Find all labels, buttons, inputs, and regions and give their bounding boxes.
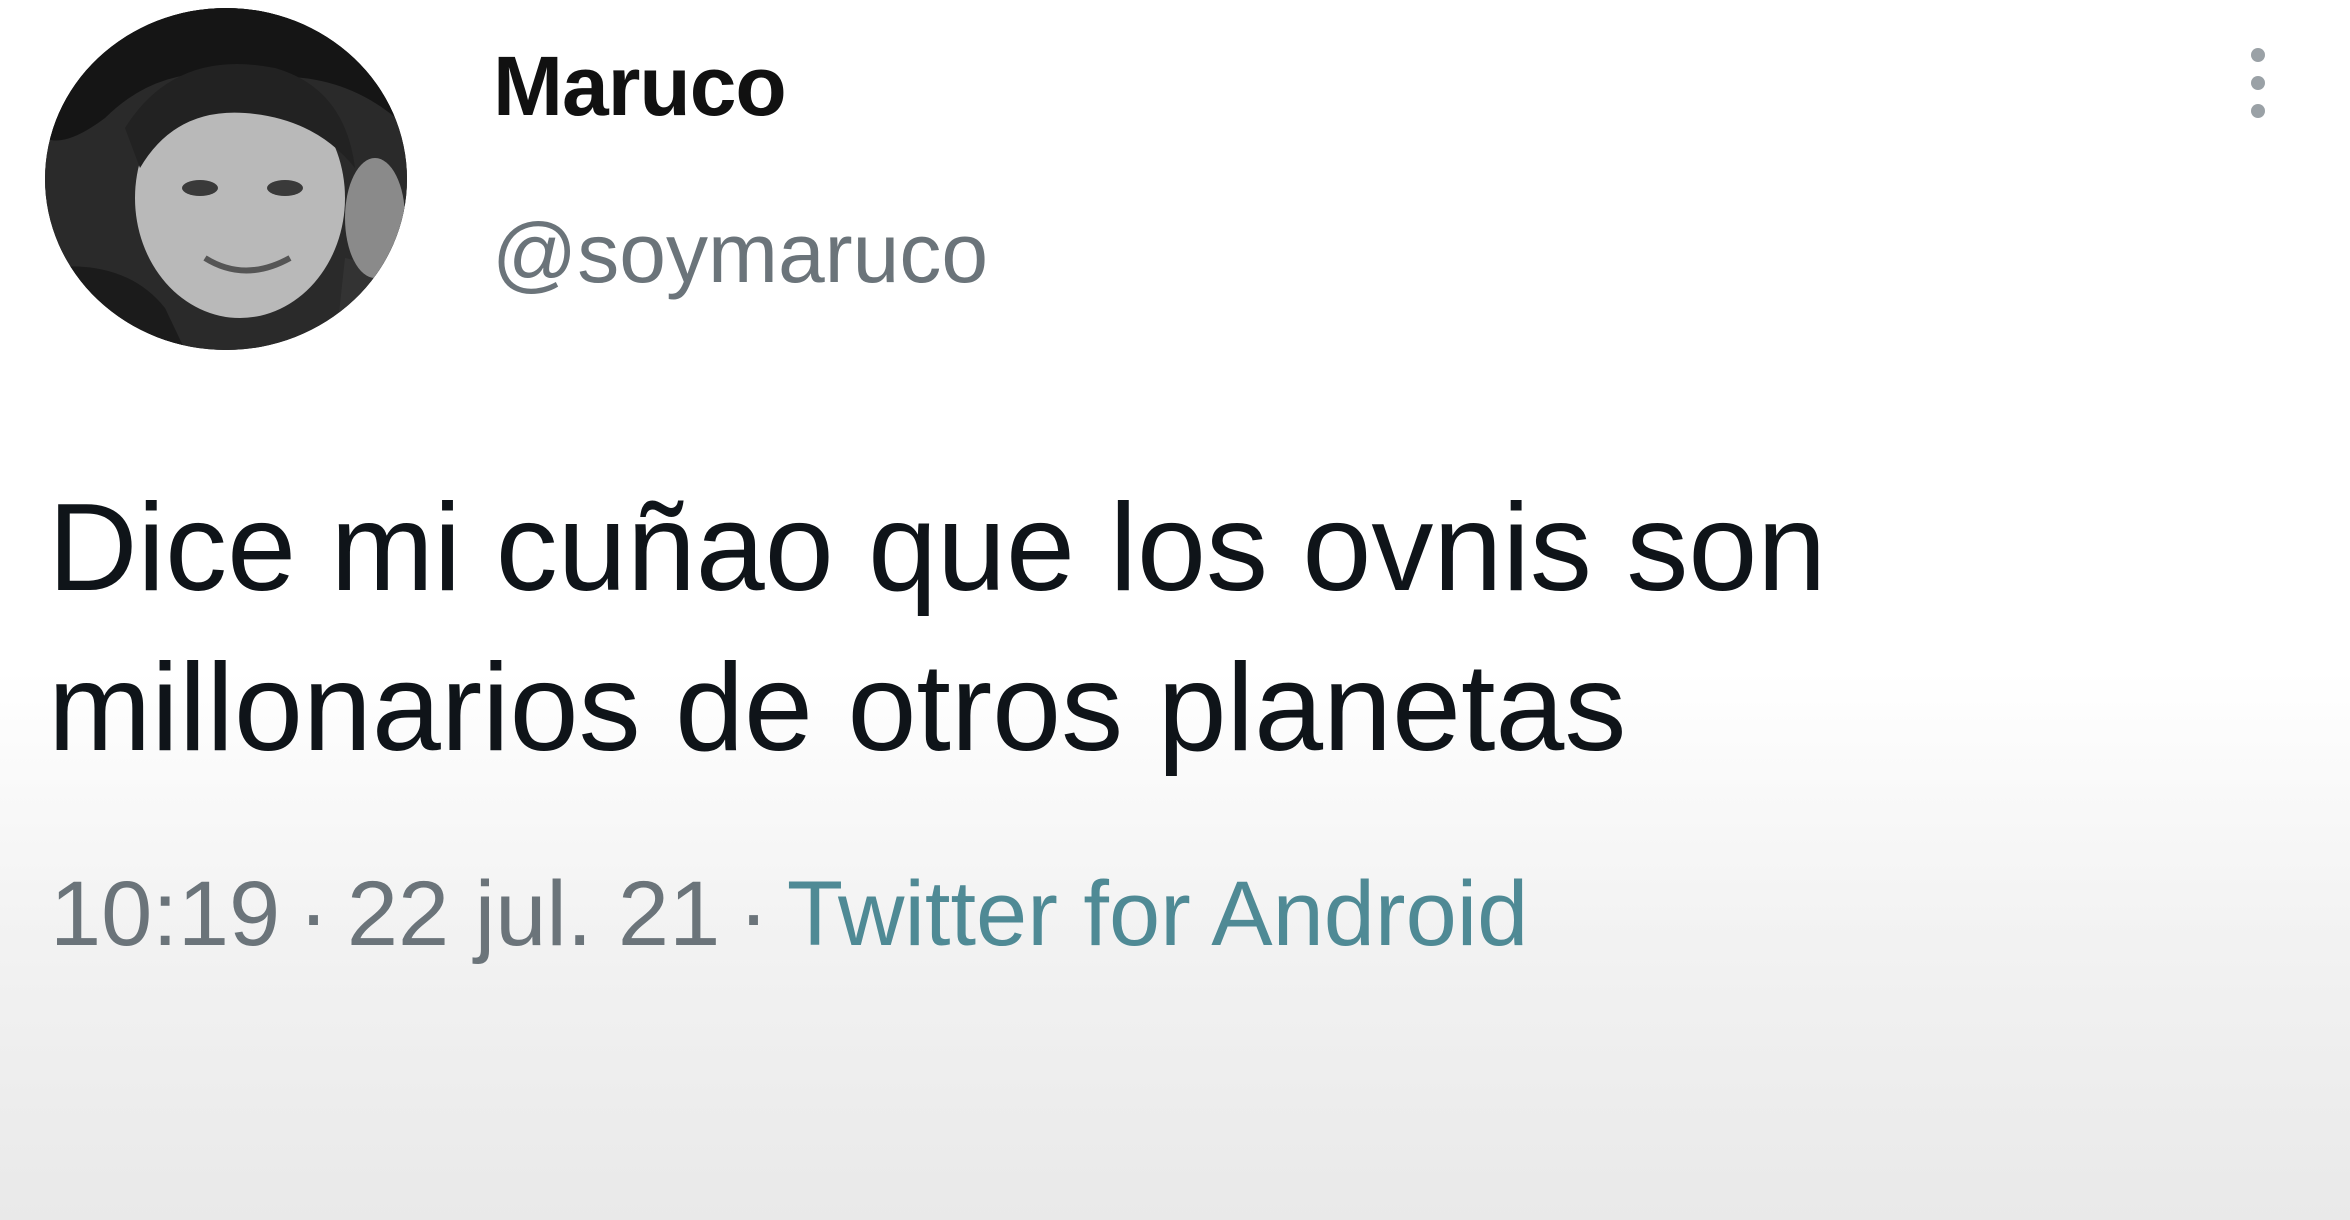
tweet-text: Dice mi cuñao que los ovnis son millonar… (48, 468, 2298, 788)
user-handle[interactable]: @soymaruco (492, 205, 988, 302)
tweet-source-link[interactable]: Twitter for Android (787, 863, 1528, 965)
tweet-card: Maruco @soymaruco Dice mi cuñao que los … (0, 0, 2350, 1220)
meta-separator: · (298, 863, 329, 965)
tweet-meta: 10:19 · 22 jul. 21 · Twitter for Android (50, 862, 1528, 967)
meta-separator: · (738, 863, 769, 965)
display-name[interactable]: Maruco (493, 38, 787, 135)
tweet-date[interactable]: 22 jul. 21 (347, 863, 720, 965)
avatar[interactable] (45, 8, 407, 350)
avatar-photo (45, 8, 407, 350)
tweet-text-line: millonarios de otros planetas (48, 639, 1627, 777)
more-vertical-icon (2228, 48, 2288, 118)
more-options-button[interactable] (2228, 40, 2288, 150)
tweet-time[interactable]: 10:19 (50, 863, 280, 965)
tweet-text-line: Dice mi cuñao que los ovnis son (48, 479, 1827, 617)
